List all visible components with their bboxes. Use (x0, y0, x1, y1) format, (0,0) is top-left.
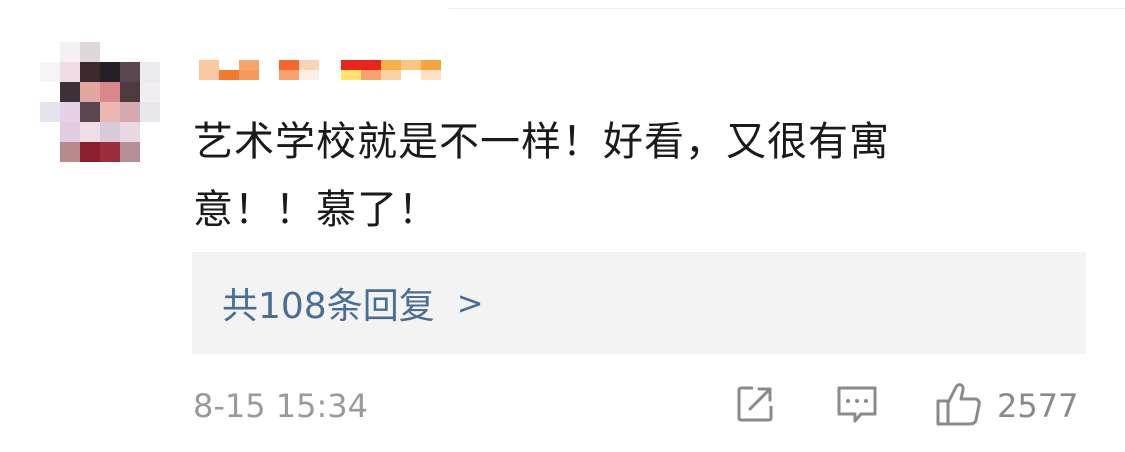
comment-button[interactable] (835, 382, 879, 430)
replies-count-label: 共108条回复 (222, 286, 435, 327)
chevron-right-icon: > (456, 284, 484, 322)
comment-text: 艺术学校就是不一样！好看，又很有寓意！！慕了！ (193, 119, 890, 233)
share-icon (733, 382, 777, 430)
comment-timestamp: 8-15 15:34 (193, 387, 369, 425)
top-divider (449, 8, 1125, 9)
thumbs-up-icon (935, 381, 983, 431)
comment-icon (835, 382, 879, 430)
username[interactable] (199, 60, 441, 80)
share-button[interactable] (733, 382, 777, 430)
replies-button[interactable]: 共108条回复 > (192, 252, 1086, 354)
avatar[interactable] (40, 42, 160, 162)
like-button[interactable]: 2577 (935, 382, 1078, 430)
like-count: 2577 (997, 387, 1079, 425)
